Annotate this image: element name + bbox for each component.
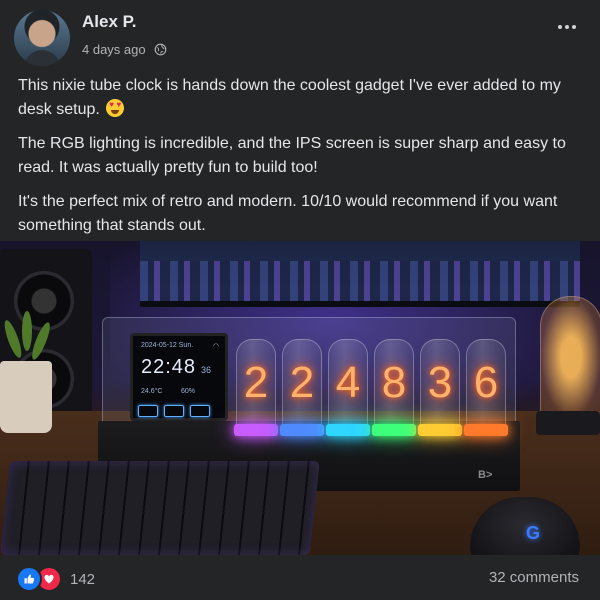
more-dot bbox=[565, 25, 569, 29]
reactions-summary[interactable]: 142 bbox=[16, 566, 95, 592]
nixie-digit: 6 bbox=[473, 358, 499, 407]
nixie-digit: 4 bbox=[335, 358, 361, 407]
heart-eyes-emoji-icon bbox=[106, 99, 125, 117]
nixie-digit: 3 bbox=[427, 358, 453, 407]
avatar[interactable] bbox=[14, 10, 70, 66]
tube-glow bbox=[234, 424, 278, 436]
post-header: Alex P. 4 days ago bbox=[0, 0, 600, 70]
lcd-humidity: 60% bbox=[181, 388, 196, 395]
nixie-tube: 2 bbox=[234, 339, 278, 436]
nixie-tube: 4 bbox=[326, 339, 370, 436]
keyboard-image bbox=[0, 461, 320, 555]
nixie-tube: 6 bbox=[464, 339, 508, 436]
nixie-tube: 3 bbox=[418, 339, 462, 436]
nixie-digit: 2 bbox=[289, 358, 315, 407]
plant-pot-image bbox=[0, 361, 52, 433]
nixie-tube: 8 bbox=[372, 339, 416, 436]
more-options-button[interactable] bbox=[554, 18, 580, 36]
lamp-base bbox=[536, 411, 600, 435]
post-meta: 4 days ago bbox=[82, 42, 167, 57]
post-paragraph: The RGB lighting is incredible, and the … bbox=[18, 135, 566, 176]
nixie-digit: 2 bbox=[243, 358, 269, 407]
more-dot bbox=[572, 25, 576, 29]
post-photo[interactable]: B> 2024-05-12 Sun. ◠ 22:48 36 24.6°C 60%… bbox=[0, 241, 600, 555]
post-body: This nixie tube clock is hands down the … bbox=[18, 74, 583, 248]
clock-logo: B> bbox=[478, 469, 493, 481]
lamp-image bbox=[540, 296, 600, 418]
nixie-tubes: 2 2 4 8 3 6 bbox=[234, 339, 508, 436]
post-paragraph: This nixie tube clock is hands down the … bbox=[18, 74, 583, 122]
post-footer: 142 32 comments bbox=[0, 555, 600, 600]
tube-glow bbox=[372, 424, 416, 436]
tube-glow bbox=[326, 424, 370, 436]
clock-button bbox=[164, 405, 184, 417]
like-reaction-icon bbox=[16, 566, 42, 592]
author-name[interactable]: Alex P. bbox=[82, 12, 137, 32]
post-card: Alex P. 4 days ago This nixie tube clock… bbox=[0, 0, 600, 600]
comments-count-link[interactable]: 32 comments bbox=[489, 569, 579, 586]
tube-glow bbox=[418, 424, 462, 436]
more-dot bbox=[558, 25, 562, 29]
clock-buttons bbox=[138, 405, 218, 417]
clock-button bbox=[190, 405, 210, 417]
wifi-icon: ◠ bbox=[212, 343, 219, 350]
tube-glow bbox=[280, 424, 324, 436]
post-timestamp[interactable]: 4 days ago bbox=[82, 42, 146, 57]
mouse-logo-icon: G bbox=[526, 523, 541, 543]
post-paragraph: It's the perfect mix of retro and modern… bbox=[18, 193, 558, 234]
monitor-image bbox=[140, 241, 580, 307]
plant-leaf bbox=[22, 311, 32, 351]
lcd-seconds: 36 bbox=[201, 365, 212, 375]
lcd-time: 22:48 bbox=[141, 356, 197, 378]
globe-icon bbox=[154, 43, 166, 56]
lcd-date: 2024-05-12 Sun. bbox=[141, 342, 194, 349]
nixie-tube: 2 bbox=[280, 339, 324, 436]
tube-glow bbox=[464, 424, 508, 436]
lcd-temperature: 24.6°C bbox=[141, 388, 163, 395]
post-paragraph-text: This nixie tube clock is hands down the … bbox=[18, 77, 561, 118]
nixie-digit: 8 bbox=[381, 358, 407, 407]
clock-button bbox=[138, 405, 158, 417]
reaction-count: 142 bbox=[70, 570, 96, 588]
